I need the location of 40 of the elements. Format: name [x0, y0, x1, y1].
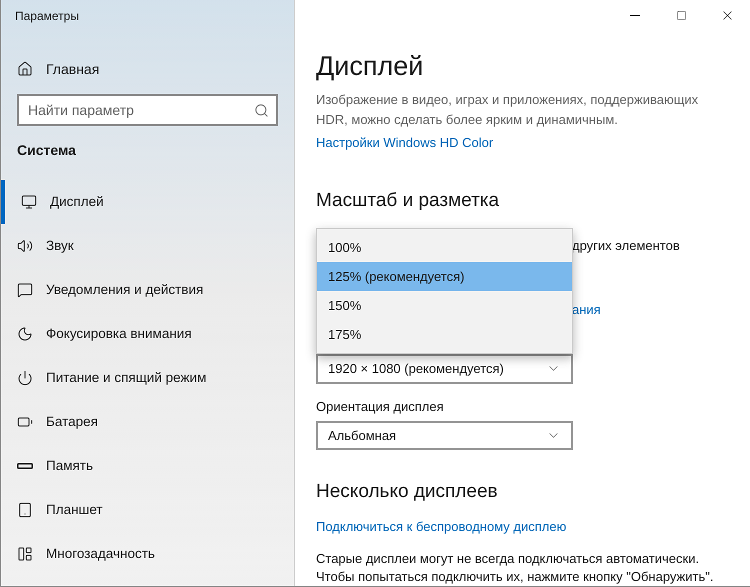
orientation-dropdown[interactable]: Альбомная: [316, 420, 573, 450]
wireless-display-link[interactable]: Подключиться к беспроводному дисплею: [316, 517, 566, 537]
scale-option[interactable]: 100%: [317, 233, 572, 262]
resolution-dropdown[interactable]: 1920 × 1080 (рекомендуется): [316, 354, 573, 384]
advanced-scaling-link[interactable]: ания: [572, 300, 601, 320]
hdr-settings-link[interactable]: Настройки Windows HD Color: [316, 133, 494, 153]
section-title: Несколько дисплеев: [316, 480, 499, 504]
page-title: Дисплей: [316, 50, 424, 83]
home-nav-item[interactable]: Главная: [1, 54, 294, 84]
home-icon: [17, 61, 33, 77]
scale-option[interactable]: 125% (рекомендуется): [317, 262, 572, 291]
moon-icon: [17, 326, 33, 342]
storage-icon: [17, 463, 33, 469]
section-title: Масштаб и разметка: [316, 189, 500, 213]
window-title: Параметры: [15, 8, 79, 25]
search-icon: [254, 103, 269, 118]
tablet-icon: [17, 502, 33, 518]
message-icon: [17, 282, 33, 298]
nav-item[interactable]: Питание и спящий режим: [1, 356, 294, 400]
nav-item[interactable]: Фокусировка внимания: [1, 312, 294, 356]
nav-item[interactable]: Уведомления и действия: [1, 268, 294, 312]
nav-item[interactable]: Многозадачность: [1, 532, 294, 576]
nav-item[interactable]: Планшет: [1, 488, 294, 532]
nav-item[interactable]: Звук: [1, 224, 294, 268]
info-text: Старые дисплеи могут не всегда подключаться автоматически. Чтобы попытаться подключить их, нажмите кнопку "Обнаружить".: [316, 550, 714, 586]
maximize-icon: [676, 10, 686, 20]
nav-item[interactable]: Память: [1, 444, 294, 488]
power-icon: [17, 370, 33, 386]
multitask-icon: [17, 546, 33, 562]
description-text: Изображение в видео, играх и приложениях, поддерживающих HDR, можно сделать более ярким и динамичным.: [316, 91, 700, 129]
speaker-icon: [17, 238, 33, 254]
monitor-icon: [21, 194, 37, 210]
minimize-icon: [630, 14, 640, 16]
scale-option[interactable]: 150%: [317, 291, 572, 320]
search-field[interactable]: Найти параметр: [17, 94, 278, 126]
section-heading: Система: [16, 141, 77, 160]
nav-item[interactable]: Батарея: [1, 400, 294, 444]
orientation-label: Ориентация дисплея: [316, 398, 445, 416]
scale-option[interactable]: 175%: [317, 320, 572, 349]
setting-text: других элементов: [572, 237, 681, 255]
